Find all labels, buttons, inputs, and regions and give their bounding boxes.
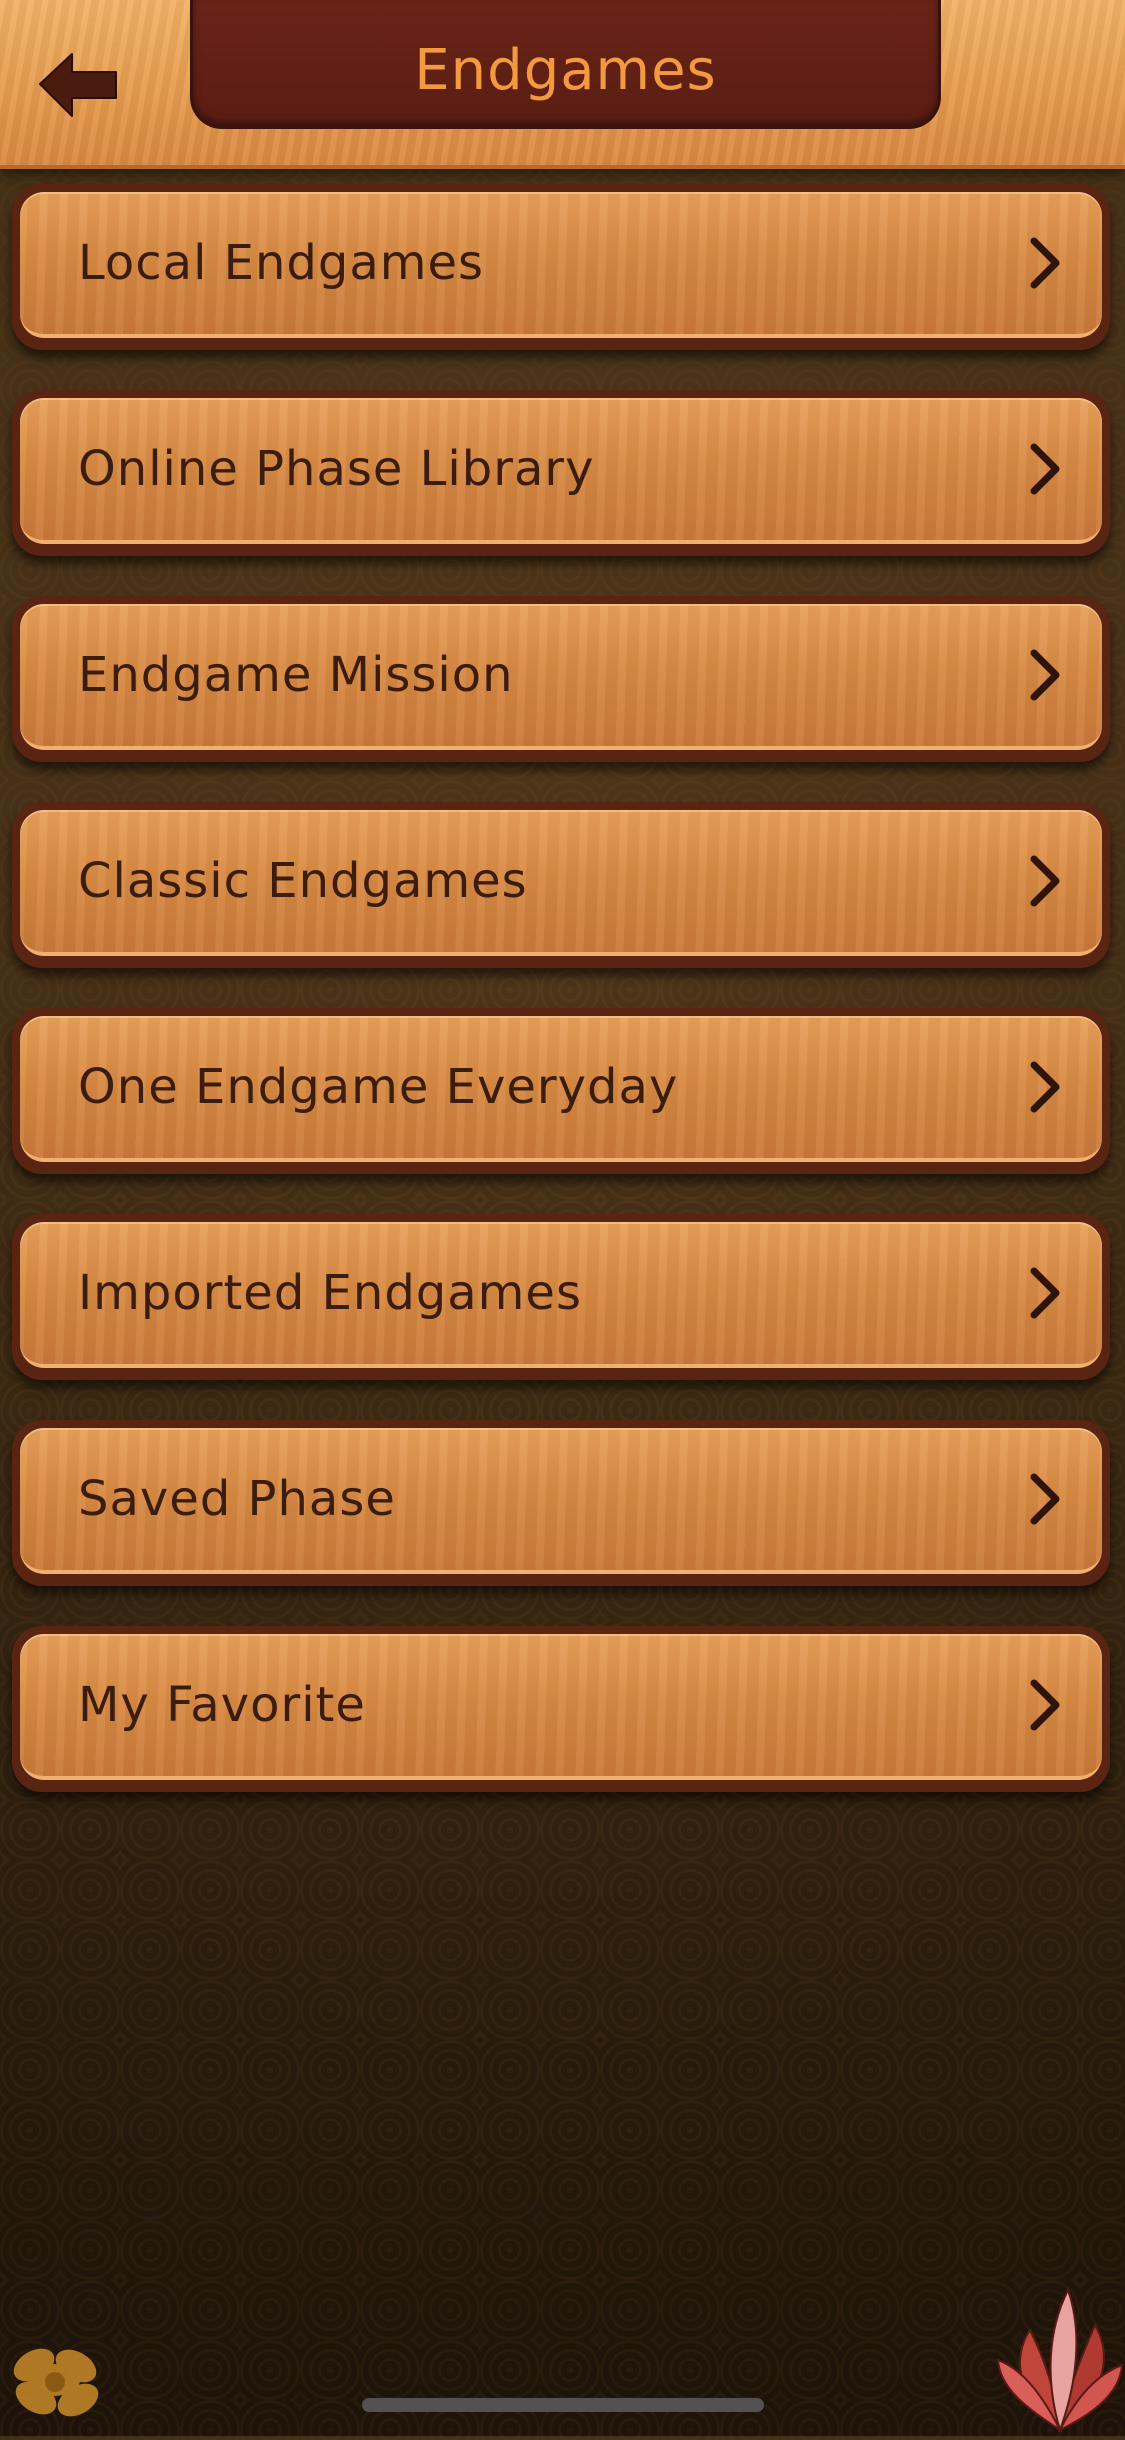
lotus-decoration-icon <box>990 2240 1125 2436</box>
menu-item-label: Imported Endgames <box>78 1265 582 1321</box>
menu-item-endgame-mission[interactable]: Endgame Mission <box>12 596 1110 762</box>
flower-decoration-icon <box>0 2320 124 2436</box>
chevron-right-icon <box>1028 1265 1062 1321</box>
back-button[interactable] <box>36 48 122 120</box>
menu-item-imported-endgames[interactable]: Imported Endgames <box>12 1214 1110 1380</box>
home-indicator[interactable] <box>362 2398 764 2412</box>
back-arrow-icon <box>36 48 122 120</box>
chevron-right-icon <box>1028 1471 1062 1527</box>
top-bar: Endgames <box>0 0 1125 169</box>
page-title: Endgames <box>414 38 717 103</box>
menu-item-label: My Favorite <box>78 1677 366 1733</box>
chevron-right-icon <box>1028 1677 1062 1733</box>
menu-item-label: Online Phase Library <box>78 441 595 497</box>
menu-item-label: Endgame Mission <box>78 647 514 703</box>
chevron-right-icon <box>1028 441 1062 497</box>
menu-item-local-endgames[interactable]: Local Endgames <box>12 184 1110 350</box>
chevron-right-icon <box>1028 1059 1062 1115</box>
chevron-right-icon <box>1028 235 1062 291</box>
menu-item-saved-phase[interactable]: Saved Phase <box>12 1420 1110 1586</box>
menu-item-label: Classic Endgames <box>78 853 528 909</box>
chevron-right-icon <box>1028 853 1062 909</box>
chevron-right-icon <box>1028 647 1062 703</box>
menu-item-label: Saved Phase <box>78 1471 396 1527</box>
menu-item-one-endgame-everyday[interactable]: One Endgame Everyday <box>12 1008 1110 1174</box>
menu-item-online-phase-library[interactable]: Online Phase Library <box>12 390 1110 556</box>
menu-item-classic-endgames[interactable]: Classic Endgames <box>12 802 1110 968</box>
menu-item-label: One Endgame Everyday <box>78 1059 679 1115</box>
title-plate: Endgames <box>190 0 941 129</box>
menu-item-label: Local Endgames <box>78 235 485 291</box>
menu-item-my-favorite[interactable]: My Favorite <box>12 1626 1110 1792</box>
